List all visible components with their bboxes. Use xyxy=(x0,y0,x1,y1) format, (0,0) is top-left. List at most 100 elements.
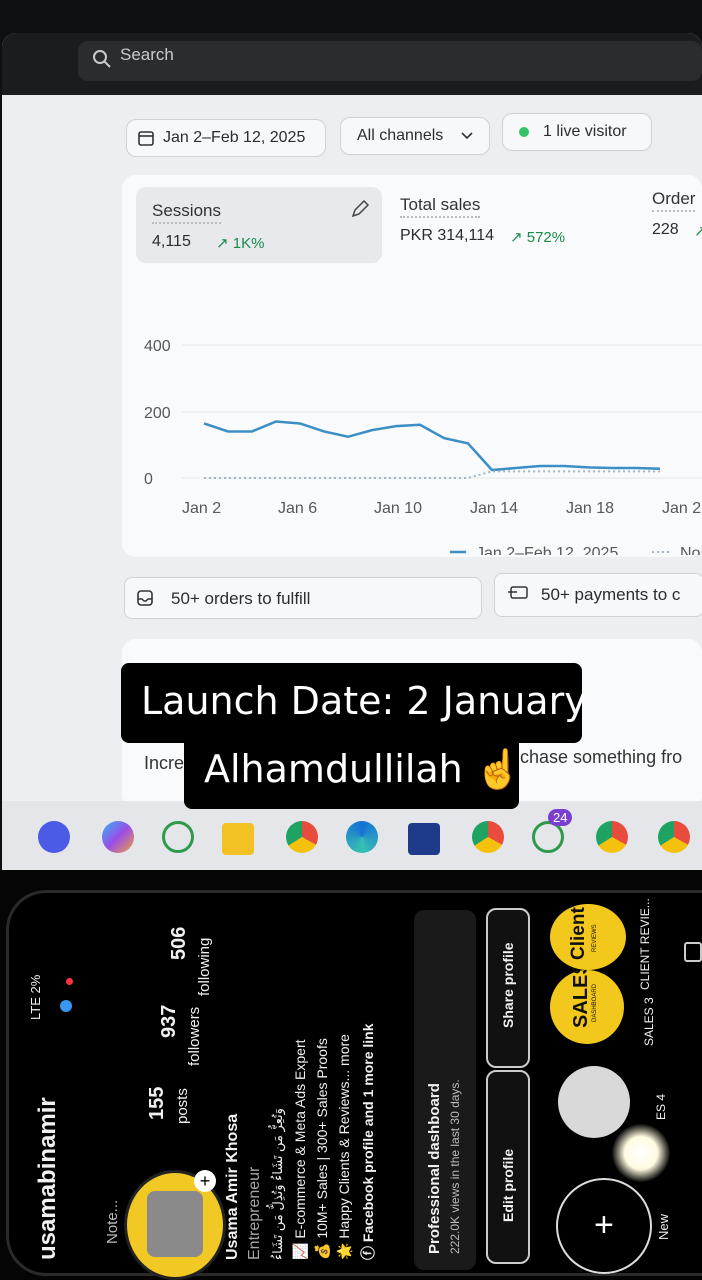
total-sales-metric[interactable]: Total sales PKR 314,114 ↗ 572% xyxy=(400,195,640,255)
highlight-label: SALES 3 xyxy=(642,997,656,1046)
copilot-icon[interactable] xyxy=(102,821,134,853)
edit-profile-label: Edit profile xyxy=(500,1148,516,1222)
x-tick-label: Jan 6 xyxy=(278,500,317,517)
chrome-profile-icon[interactable] xyxy=(658,821,690,853)
highlight-new[interactable]: + xyxy=(556,1178,652,1274)
sessions-value: 4,115 xyxy=(152,233,191,250)
live-visitor-badge[interactable]: 1 live visitor xyxy=(502,113,652,151)
edge-icon[interactable] xyxy=(346,821,378,853)
posts-label: posts xyxy=(174,1088,191,1124)
channels-select[interactable]: All channels xyxy=(340,117,490,155)
plus-icon: + xyxy=(594,1206,614,1244)
client-badge-text: Client xyxy=(568,907,589,960)
inbox-icon xyxy=(137,590,153,606)
search-icon xyxy=(93,50,111,68)
orders-to-fulfill-label: 50+ orders to fulfill xyxy=(171,589,311,608)
chrome-icon[interactable] xyxy=(286,821,318,853)
verified-icon xyxy=(60,1000,72,1012)
sales-badge-sub: DASHBOARD xyxy=(592,983,598,1022)
live-dot-icon xyxy=(519,127,529,137)
profile-name: Usama Amir Khosa xyxy=(224,1113,241,1260)
meet-icon[interactable] xyxy=(38,821,70,853)
share-profile-button[interactable]: Share profile xyxy=(486,908,530,1068)
dashboard-subtitle: 222.0K views in the last 30 days. xyxy=(448,1079,462,1254)
followers-label[interactable]: followers xyxy=(186,1007,203,1066)
caption-text-1: Launch Date: 2 January xyxy=(141,679,587,723)
y-tick-label: 400 xyxy=(144,338,171,355)
highlight-label: New xyxy=(656,1213,671,1240)
analytics-card: Sessions 4,115 ↗ 1K% Total sales PKR 314… xyxy=(122,175,702,557)
series-line-current xyxy=(203,420,661,472)
orders-change: ↗ xyxy=(694,223,702,240)
total-sales-label: Total sales xyxy=(400,195,481,218)
channels-label: All channels xyxy=(357,127,444,144)
legend-label-current: Jan 2–Feb 12, 2025 xyxy=(476,545,618,555)
bio-line: 💰 10M+ Sales | 300+ Sales Proofs xyxy=(314,1038,330,1260)
phone-screen: LTE 2% usamabinamir Note... + 155 posts … xyxy=(0,870,702,1280)
bio-line[interactable]: 🌟 Happy Clients & Reviews... more xyxy=(336,1034,353,1260)
highlight-sales-dashboard[interactable]: SALES DASHBOARD xyxy=(550,961,624,1044)
caption-text-2: Alhamdullilah ☝️ xyxy=(204,747,523,791)
bio-links[interactable]: ⓕ Facebook profile and 1 more link xyxy=(358,1024,378,1261)
sessions-metric[interactable]: Sessions 4,115 ↗ 1K% xyxy=(136,187,382,263)
x-tick-label: Jan 18 xyxy=(566,500,614,517)
highlight-sales-4[interactable] xyxy=(558,1066,630,1138)
payment-icon xyxy=(508,586,528,599)
store-icon[interactable] xyxy=(408,823,440,855)
x-tick-label: Jan 2 xyxy=(182,500,221,517)
series-line-previous xyxy=(204,470,660,479)
chrome-profile-icon[interactable] xyxy=(472,821,504,853)
highlight-client-reviews[interactable]: Client REVIEWS xyxy=(550,904,626,970)
orders-to-fulfill-button[interactable]: 50+ orders to fulfill xyxy=(124,577,482,619)
whatsapp-icon[interactable] xyxy=(162,821,194,853)
payments-label: 50+ payments to c xyxy=(541,585,681,604)
y-tick-label: 0 xyxy=(144,471,153,488)
orders-value: 228 xyxy=(652,221,679,238)
payments-button[interactable]: 50+ payments to c xyxy=(494,573,702,617)
live-visitor-label: 1 live visitor xyxy=(543,123,627,140)
status-bar-text: LTE 2% xyxy=(28,974,43,1020)
folder-icon[interactable] xyxy=(222,823,254,855)
y-tick-label: 200 xyxy=(144,405,171,422)
dashboard-title: Professional dashboard xyxy=(426,1083,443,1254)
total-sales-value: PKR 314,114 xyxy=(400,227,494,244)
taskbar: 24 xyxy=(2,801,702,873)
tips-text-right: chase something fro xyxy=(520,747,683,767)
sessions-change: ↗ 1K% xyxy=(216,235,265,252)
following-count[interactable]: 506 xyxy=(168,927,191,960)
calendar-icon xyxy=(138,131,154,146)
add-story-icon[interactable]: + xyxy=(194,1170,216,1192)
followers-count[interactable]: 937 xyxy=(158,1005,181,1038)
share-profile-label: Share profile xyxy=(500,942,516,1028)
posts-count: 155 xyxy=(146,1086,168,1120)
note-bubble[interactable]: Note... xyxy=(104,1200,121,1244)
x-tick-label: Jan 14 xyxy=(470,500,518,517)
chrome-profile-icon[interactable] xyxy=(596,821,628,853)
notification-dot-icon xyxy=(66,978,73,985)
tips-text-left: Incre xyxy=(144,753,185,773)
highlight-label: CLIENT REVIE... xyxy=(638,898,652,990)
story-caption-line1: Launch Date: 2 January xyxy=(121,663,587,743)
notification-badge: 24 xyxy=(548,809,573,826)
pencil-icon[interactable] xyxy=(350,199,370,219)
professional-dashboard[interactable]: Professional dashboard 222.0K views in t… xyxy=(414,910,476,1270)
orders-metric[interactable]: Order 228 ↗ xyxy=(652,189,702,249)
sales-badge-text: SALES xyxy=(570,961,592,1028)
username[interactable]: usamabinamir xyxy=(34,1097,62,1260)
profile-category: Entrepreneur xyxy=(246,1166,263,1260)
date-range-label: Jan 2–Feb 12, 2025 xyxy=(163,129,306,146)
following-label[interactable]: following xyxy=(196,938,213,996)
client-badge-sub: REVIEWS xyxy=(592,924,598,952)
light-glare xyxy=(612,1124,670,1182)
chevron-down-icon xyxy=(461,132,473,140)
total-sales-change: ↗ 572% xyxy=(510,229,566,246)
highlight-label: ES 4 xyxy=(654,1093,668,1120)
search-placeholder: Search xyxy=(120,45,174,64)
legend-label-previous: No xyxy=(680,545,701,555)
edit-profile-button[interactable]: Edit profile xyxy=(486,1070,530,1264)
date-range-button[interactable]: Jan 2–Feb 12, 2025 xyxy=(126,119,326,157)
sessions-label: Sessions xyxy=(152,201,221,224)
camera-icon[interactable] xyxy=(684,942,702,962)
bio-quote: وَتُعِزُّ مَن تَشَاءُ وَتُذِلُّ مَن تَشَ… xyxy=(270,1108,285,1260)
story-caption-line2: Alhamdullilah ☝️ xyxy=(184,735,523,809)
